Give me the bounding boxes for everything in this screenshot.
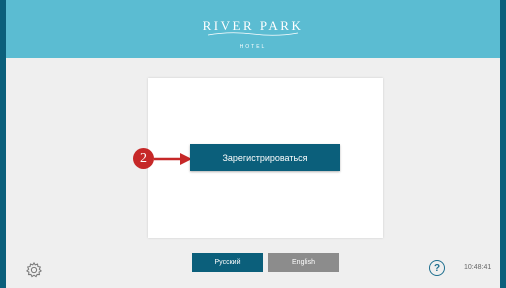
gear-icon[interactable] [25, 261, 43, 279]
language-russian-button[interactable]: Русский [192, 253, 263, 272]
header-bar: RIVER PARK HOTEL [6, 0, 500, 58]
language-english-button[interactable]: English [268, 253, 339, 272]
clock-time: 10:48:41 [464, 264, 492, 271]
logo-subtitle: HOTEL [239, 44, 267, 50]
step-number-badge: 2 [133, 148, 154, 169]
help-icon[interactable]: ? [429, 260, 445, 276]
arrow-right-icon [154, 153, 192, 165]
logo-wave-icon [207, 32, 299, 36]
register-button[interactable]: Зарегистрироваться [190, 144, 340, 171]
welcome-card: 2 Зарегистрироваться [133, 78, 383, 238]
app-screen: RIVER PARK HOTEL 2 Зарегистрироваться Ру… [6, 0, 500, 288]
